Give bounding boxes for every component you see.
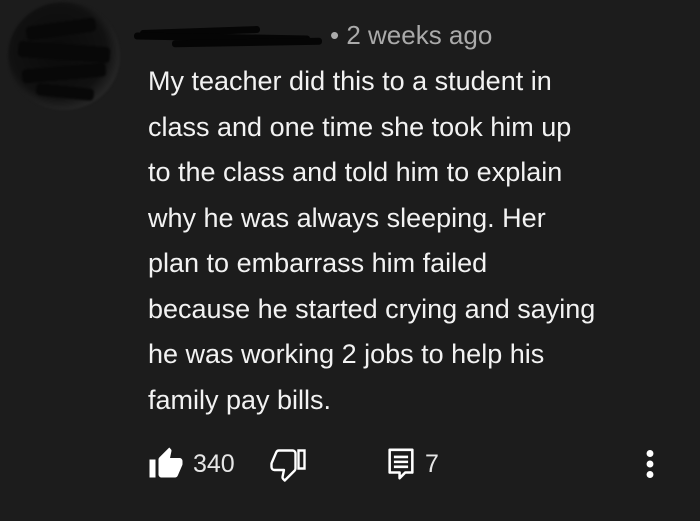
username[interactable]: [132, 22, 328, 48]
thumbs-up-icon: [148, 446, 184, 482]
more-vertical-icon: [642, 446, 658, 482]
avatar[interactable]: [8, 2, 120, 110]
comment-text-line: My teacher did this to a student in: [148, 66, 552, 96]
like-count: 340: [193, 450, 235, 478]
more-options-button[interactable]: [642, 442, 658, 486]
comment: • 2 weeks ago My teacher did this to a s…: [0, 0, 700, 521]
comment-text-line: because he started crying and saying: [148, 293, 596, 324]
comment-text: My teacher did this to a student in clas…: [148, 59, 678, 423]
reply-icon: [386, 447, 416, 481]
comment-text-line: plan to embarrass him failed: [148, 248, 488, 278]
comment-timestamp[interactable]: • 2 weeks ago: [330, 18, 492, 52]
comment-text-line: family pay bills.: [148, 384, 332, 415]
comment-text-line: why he was always sleeping. Her: [148, 202, 546, 233]
comment-text-line: class and one time she took him up: [148, 111, 572, 142]
dislike-button[interactable]: [270, 442, 306, 486]
like-button[interactable]: 340: [148, 442, 235, 486]
comment-actions: 340 7: [148, 442, 678, 486]
thumbs-down-icon: [270, 446, 306, 482]
comment-text-line: to the class and told him to explain: [148, 157, 563, 187]
comment-text-line: he was working 2 jobs to help his: [148, 339, 545, 369]
reply-count: 7: [425, 450, 439, 478]
reply-button[interactable]: 7: [386, 442, 439, 486]
